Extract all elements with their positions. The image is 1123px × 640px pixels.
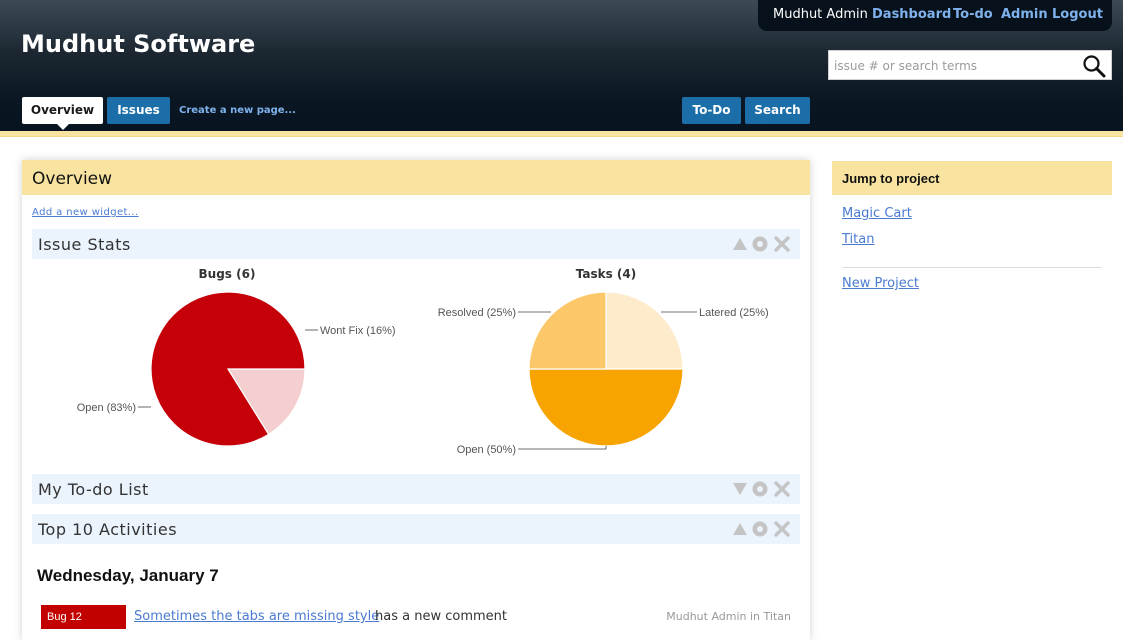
widget-todo-header: My To-do List [32,474,800,504]
activity-issue-link[interactable]: Sometimes the tabs are missing style [134,609,379,624]
search-box [828,50,1112,80]
activity-text: has a new comment [375,609,507,624]
issue-stats-charts: Wont Fix (16%) Open (83%) Latered (25%) Ope… [77,291,769,456]
expand-down-icon[interactable] [732,481,748,497]
search-icon[interactable] [1082,54,1106,78]
settings-gear-icon[interactable] [752,521,768,537]
user-name: Mudhut Admin [773,7,868,22]
tab-overview-label: Overview [30,103,95,117]
admin-link[interactable]: Admin [1001,7,1048,22]
label-leader-line [518,446,607,450]
slice-label: Wont Fix (16%) [320,325,396,337]
tasks-pie [528,291,684,447]
bug-badge[interactable]: Bug 12 [41,605,126,629]
slice-label: Latered (25%) [699,307,769,319]
project-link-magic-cart[interactable]: Magic Cart [842,206,912,221]
todo-button[interactable]: To-Do [682,97,741,124]
activity-date-heading: Wednesday, January 7 [37,566,219,585]
search-input[interactable] [834,57,1074,75]
settings-gear-icon[interactable] [752,481,768,497]
activity-item: Bug 12 Sometimes the tabs are missing st… [41,605,800,629]
close-icon[interactable] [774,481,790,497]
bugs-pie [150,291,306,447]
tab-overview[interactable]: Overview [22,97,103,130]
slice-label: Open (83%) [77,402,136,414]
brand-title[interactable]: Mudhut Software [21,30,255,58]
header-stripe [0,131,1123,137]
overview-panel: Overview Add a new widget... Issue Stats… [22,160,810,640]
create-page-link[interactable]: Create a new page... [179,105,296,116]
slice-label: Open (50%) [457,444,516,456]
new-project-link[interactable]: New Project [842,276,919,291]
pie-slice [528,368,684,447]
search-button[interactable]: Search [745,97,810,124]
todo-link[interactable]: To-do [953,7,993,22]
pie-slice [528,291,607,370]
project-link-titan[interactable]: Titan [842,232,874,247]
collapse-up-icon[interactable] [732,521,748,537]
active-tab-caret [56,123,70,130]
sidebar-header: Jump to project [832,161,1112,195]
slice-label: Resolved (25%) [438,307,516,319]
app-header: Mudhut Software Mudhut Admin Dashboard T… [0,0,1123,131]
activity-meta: Mudhut Admin in Titan [666,610,791,623]
sidebar-title: Jump to project [842,171,940,186]
logout-link[interactable]: Logout [1052,7,1103,22]
widget-title: Top 10 Activities [38,520,178,539]
widget-title: My To-do List [38,480,149,499]
sidebar-divider [842,267,1102,268]
tab-issues[interactable]: Issues [107,97,170,124]
close-icon[interactable] [774,521,790,537]
dashboard-link[interactable]: Dashboard [872,7,951,22]
user-bar: Mudhut Admin Dashboard To-do Admin Logou… [758,0,1112,31]
pie-slice [605,291,684,370]
widget-activities-header: Top 10 Activities [32,514,800,544]
